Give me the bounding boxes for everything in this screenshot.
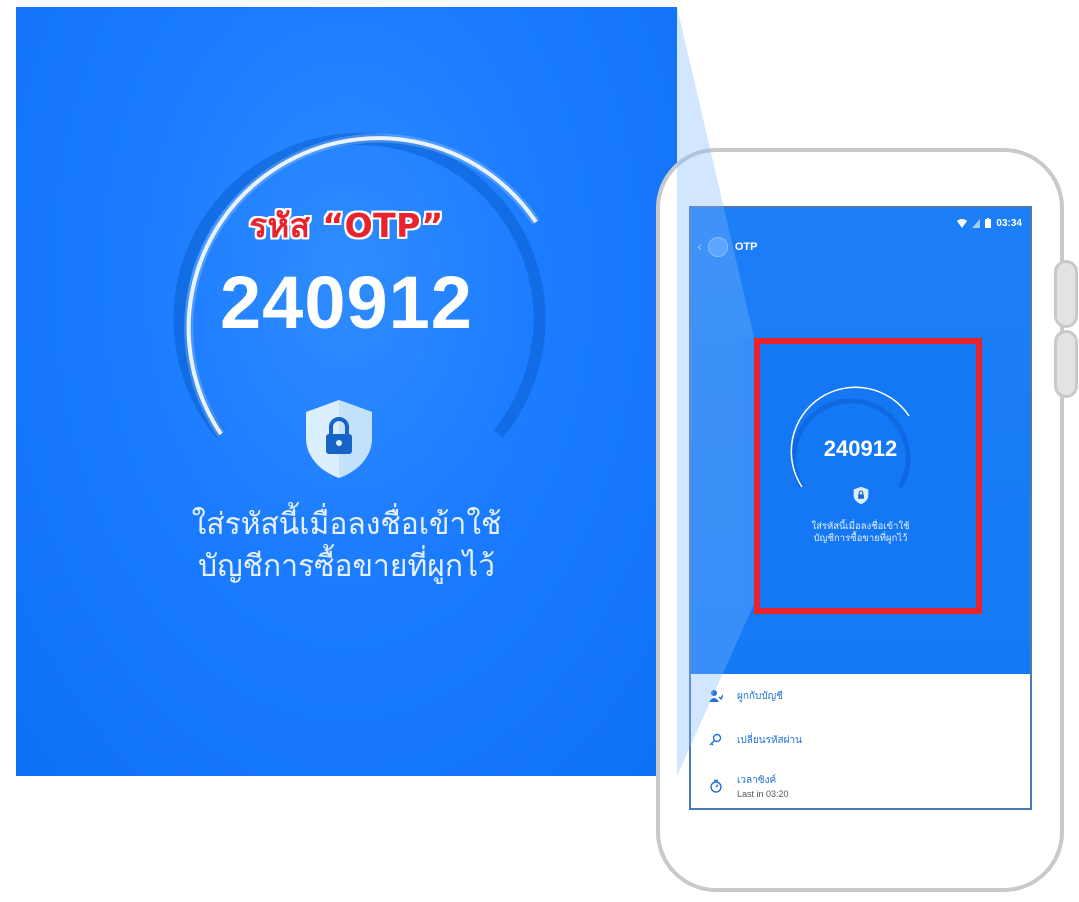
volume-down-button: [1054, 330, 1078, 398]
caption-line-1: ใส่รหัสนี้เมื่อลงชื่อเข้าใช้: [191, 507, 502, 542]
otp-code: 240912: [220, 261, 473, 344]
menu-text: ผูกกับบัญชี: [737, 689, 783, 704]
otp-label: รหัส “OTP”: [249, 206, 444, 245]
zoom-callout: รหัส “OTP” 240912 ใส่รหัสนี้เมื่อลงชื่อเ…: [16, 7, 677, 776]
settings-menu: ผูกกับบัญชี เปลี่ยนรหัสผ่าน เวลาซิงค์ La…: [691, 674, 1030, 808]
menu-text: เวลาซิงค์ Last in 03:20: [737, 773, 789, 799]
person-link-icon: [709, 689, 723, 703]
otp-caption: ใส่รหัสนี้เมื่อลงชื่อเข้าใช้ บัญชีการซื้…: [16, 504, 677, 588]
caption-line-2: บัญชีการซื้อขายที่ผูกไว้: [198, 549, 495, 584]
menu-label: ผูกกับบัญชี: [737, 690, 783, 702]
menu-label: เปลี่ยนรหัสผ่าน: [737, 734, 802, 746]
menu-item-link-account[interactable]: ผูกกับบัญชี: [691, 674, 1030, 718]
shield-lock-icon: [306, 400, 372, 478]
key-icon: [709, 733, 723, 747]
last-sync-time: Last in 03:20: [737, 789, 789, 799]
otp-screen-background: 03:34 ‹ OTP 240912 ใส่รหัสนี้เมื่อลงชื่อ…: [691, 208, 1030, 674]
highlight-frame: [754, 338, 982, 614]
menu-text: เปลี่ยนรหัสผ่าน: [737, 733, 802, 748]
menu-label: เวลาซิงค์: [737, 775, 777, 786]
volume-up-button: [1054, 260, 1078, 328]
timer-icon: [709, 779, 723, 793]
menu-item-sync-time[interactable]: เวลาซิงค์ Last in 03:20: [691, 762, 1030, 808]
phone-screen: 03:34 ‹ OTP 240912 ใส่รหัสนี้เมื่อลงชื่อ…: [689, 206, 1032, 810]
menu-item-change-password[interactable]: เปลี่ยนรหัสผ่าน: [691, 718, 1030, 762]
